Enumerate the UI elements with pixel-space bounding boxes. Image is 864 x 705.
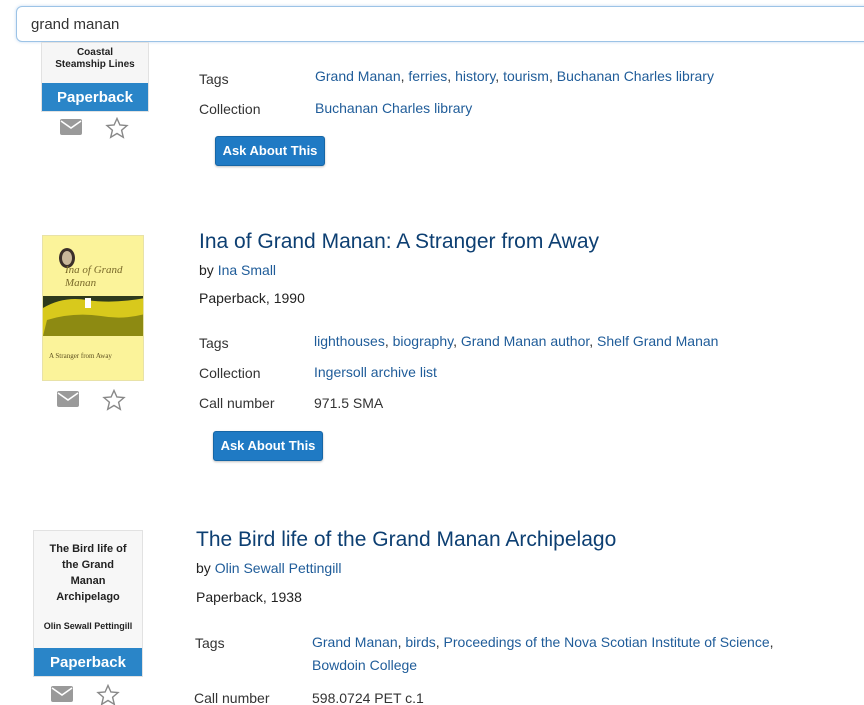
- tags-list-line-2: Bowdoin College: [312, 657, 417, 673]
- tags-list: Grand Manan, ferries, history, tourism, …: [315, 68, 714, 84]
- tags-list: lighthouses, biography, Grand Manan auth…: [314, 333, 719, 349]
- cover-subtitle: A Stranger from Away: [49, 352, 112, 360]
- tags-list: Grand Manan, birds, Proceedings of the N…: [312, 634, 774, 650]
- tag-link[interactable]: Shelf Grand Manan: [597, 333, 718, 349]
- byline: by Ina Small: [199, 262, 276, 278]
- prop-label-collection: Collection: [199, 365, 261, 381]
- collection-value: Ingersoll archive list: [314, 364, 437, 380]
- tag-link[interactable]: lighthouses: [314, 333, 385, 349]
- record-title-link[interactable]: Ina of Grand Manan: A Stranger from Away: [199, 230, 599, 254]
- byline: by Olin Sewall Pettingill: [196, 560, 342, 576]
- tag-link[interactable]: birds: [405, 634, 435, 650]
- cover-author: Olin Sewall Pettingill: [43, 621, 133, 631]
- star-icon[interactable]: [105, 116, 129, 139]
- book-cover[interactable]: Ina of Grand Manan A Stranger from Away: [42, 235, 144, 381]
- call-number-value: 971.5 SMA: [314, 395, 384, 411]
- collection-value: Buchanan Charles library: [315, 100, 472, 116]
- prop-label-tags: Tags: [199, 71, 229, 87]
- record-actions: [59, 116, 129, 139]
- cover-title: Coastal Steamship Lines: [55, 47, 135, 70]
- by-label: by: [199, 262, 214, 278]
- record-actions: [56, 388, 126, 411]
- prop-label-call-number: Call number: [199, 395, 275, 411]
- star-icon[interactable]: [102, 388, 126, 411]
- tag-link[interactable]: ferries: [408, 68, 447, 84]
- envelope-icon[interactable]: [59, 117, 83, 139]
- ask-about-this-button[interactable]: Ask About This: [213, 431, 323, 461]
- author-link[interactable]: Ina Small: [218, 262, 276, 278]
- call-number-value: 598.0724 PET c.1: [312, 690, 424, 705]
- book-cover[interactable]: Coastal Steamship Lines Paperback: [41, 42, 149, 112]
- cover-title: Ina of Grand Manan: [65, 264, 123, 289]
- tag-link[interactable]: Grand Manan author: [461, 333, 589, 349]
- tag-link[interactable]: Proceedings of the Nova Scotian Institut…: [444, 634, 770, 650]
- tag-link[interactable]: Bowdoin College: [312, 657, 417, 673]
- format-badge: Paperback: [42, 83, 148, 111]
- format-year: Paperback, 1938: [196, 589, 302, 605]
- star-icon[interactable]: [96, 683, 120, 705]
- tag-link[interactable]: history: [455, 68, 495, 84]
- prop-label-tags: Tags: [199, 335, 229, 351]
- tag-link[interactable]: Buchanan Charles library: [557, 68, 714, 84]
- collection-link[interactable]: Buchanan Charles library: [315, 100, 472, 116]
- prop-label-call-number: Call number: [194, 690, 270, 705]
- book-cover[interactable]: The Bird life of the Grand Manan Archipe…: [33, 530, 143, 677]
- record-title-link[interactable]: The Bird life of the Grand Manan Archipe…: [196, 528, 616, 552]
- prop-label-tags: Tags: [195, 635, 225, 651]
- by-label: by: [196, 560, 211, 576]
- envelope-icon[interactable]: [56, 389, 80, 411]
- collection-link[interactable]: Ingersoll archive list: [314, 364, 437, 380]
- ask-about-this-button[interactable]: Ask About This: [215, 136, 325, 166]
- tag-link[interactable]: Grand Manan: [315, 68, 401, 84]
- cover-title: The Bird life of the Grand Manan Archipe…: [49, 543, 127, 603]
- tag-link[interactable]: tourism: [503, 68, 549, 84]
- tag-link[interactable]: Grand Manan: [312, 634, 398, 650]
- format-badge: Paperback: [34, 648, 142, 676]
- envelope-icon[interactable]: [50, 684, 74, 705]
- author-link[interactable]: Olin Sewall Pettingill: [215, 560, 342, 576]
- format-year: Paperback, 1990: [199, 290, 305, 306]
- record-actions: [50, 683, 120, 705]
- prop-label-collection: Collection: [199, 101, 261, 117]
- tag-link[interactable]: biography: [393, 333, 453, 349]
- search-input[interactable]: [17, 7, 864, 41]
- search-bar[interactable]: [16, 6, 864, 42]
